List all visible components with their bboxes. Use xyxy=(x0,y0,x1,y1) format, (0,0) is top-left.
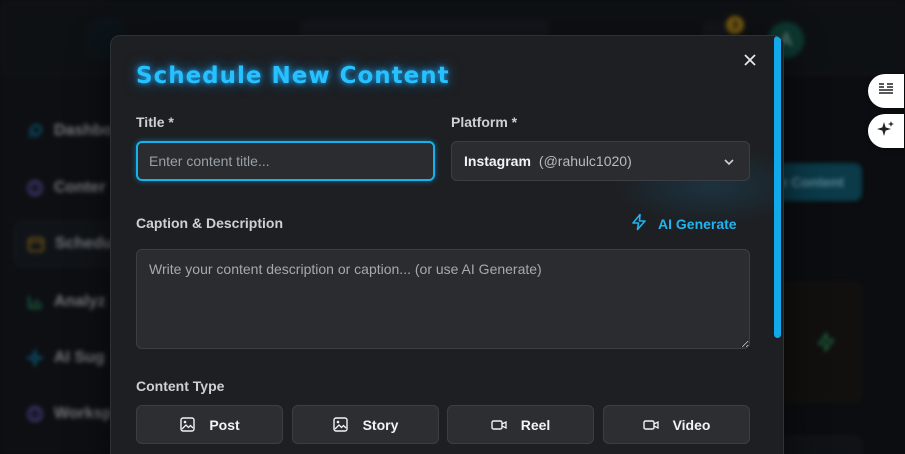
content-type-label: Content Type xyxy=(136,378,225,394)
lightning-icon xyxy=(630,213,648,234)
ai-assist-button[interactable] xyxy=(868,114,904,148)
sidebar-item-label: Dashbo xyxy=(54,122,113,139)
image-icon xyxy=(333,417,349,433)
sidebar-item-label: Worksp xyxy=(54,405,113,422)
globe-icon xyxy=(26,405,44,423)
content-type-label: Reel xyxy=(520,416,551,433)
lightning-icon xyxy=(817,332,835,352)
globe-icon xyxy=(26,179,44,197)
video-icon xyxy=(491,417,507,433)
scrollbar[interactable] xyxy=(774,36,781,338)
schedule-content-modal: Schedule New Content Title * Platform * … xyxy=(110,35,784,454)
content-type-post-button[interactable]: Post xyxy=(136,405,283,444)
sidebar-item-schedule[interactable]: Schedu xyxy=(14,221,124,267)
image-icon xyxy=(179,417,195,433)
content-type-story-button[interactable]: Story xyxy=(292,405,439,444)
text-lines-icon xyxy=(877,81,895,102)
sidebar-item-workspace[interactable]: Worksp xyxy=(14,391,124,437)
rocket-icon xyxy=(26,122,44,140)
caption-textarea[interactable] xyxy=(136,249,750,349)
sparkle-icon xyxy=(26,349,44,367)
content-type-reel-button[interactable]: Reel xyxy=(447,405,594,444)
chevron-down-icon xyxy=(723,155,735,171)
content-type-label: Story xyxy=(362,416,399,433)
platform-handle: (@rahulc1020) xyxy=(538,153,632,169)
close-button[interactable] xyxy=(740,52,760,72)
sidebar-item-label: AI Sug xyxy=(54,349,105,366)
title-label: Title * xyxy=(136,114,174,130)
close-icon xyxy=(744,53,756,71)
platform-label: Platform * xyxy=(451,114,518,130)
bar-chart-icon xyxy=(26,293,44,311)
content-type-label: Post xyxy=(209,416,240,433)
sidebar-item-label: Schedu xyxy=(55,235,113,252)
ai-generate-button[interactable]: AI Generate xyxy=(630,213,737,234)
content-type-label: Video xyxy=(672,416,711,433)
info-card xyxy=(780,436,862,454)
calendar-icon xyxy=(27,235,45,253)
ai-generate-label: AI Generate xyxy=(658,215,737,232)
caption-label: Caption & Description xyxy=(136,215,284,231)
title-input[interactable] xyxy=(136,141,435,181)
platform-name: Instagram xyxy=(464,153,531,169)
sidebar-item-ai-suggestions[interactable]: AI Sug xyxy=(14,335,124,381)
platform-select[interactable]: Instagram (@rahulc1020) xyxy=(451,141,750,181)
sidebar-item-label: Conter xyxy=(54,179,106,196)
sidebar-item-content[interactable]: Conter xyxy=(14,165,124,211)
sidebar-item-dashboard[interactable]: Dashbo xyxy=(14,108,124,154)
sparkle-icon xyxy=(876,119,896,144)
notification-badge: 3 xyxy=(726,16,744,34)
content-type-video-button[interactable]: Video xyxy=(603,405,750,444)
reader-mode-button[interactable] xyxy=(868,74,904,108)
sidebar-item-label: Analyz xyxy=(54,293,106,310)
sidebar-item-analyze[interactable]: Analyz xyxy=(14,279,124,325)
video-icon xyxy=(642,417,659,433)
modal-title: Schedule New Content xyxy=(136,63,450,89)
